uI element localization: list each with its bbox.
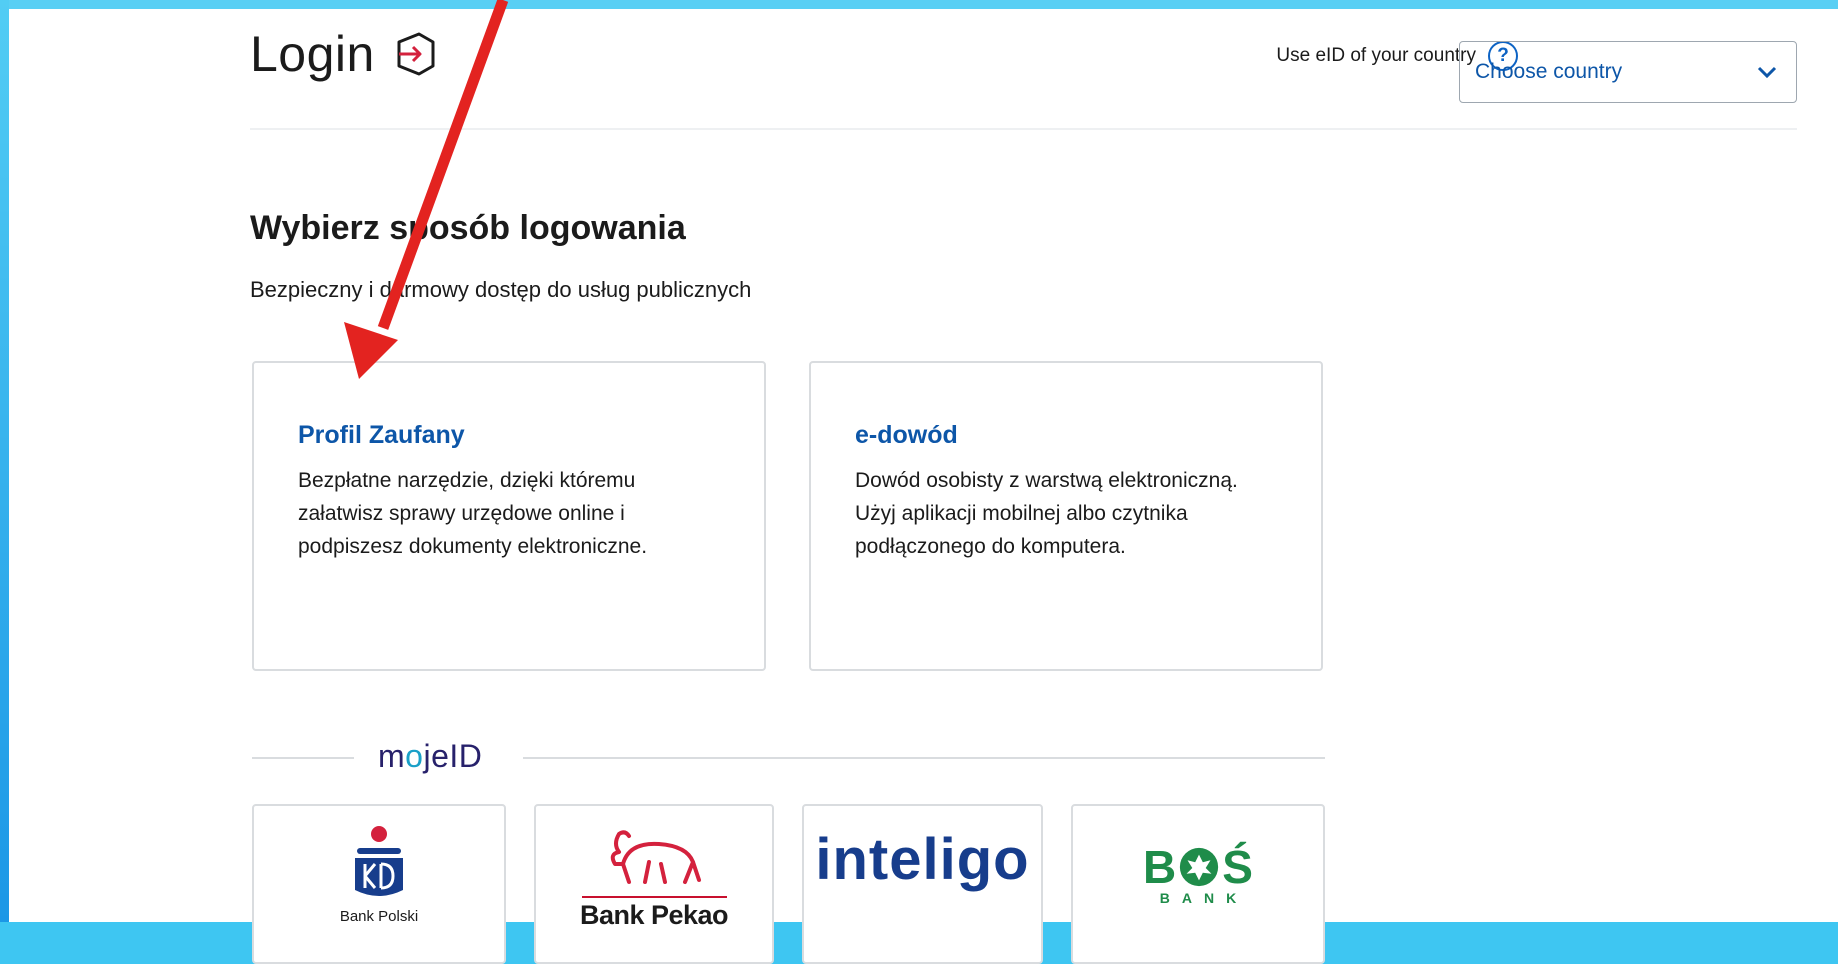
inteligo-logo-icon: inteligo — [815, 827, 1030, 892]
card-description: Bezpłatne narzędzie, dzięki któremu zała… — [298, 469, 648, 558]
header-divider — [250, 128, 1797, 130]
country-select[interactable]: Choose country — [1459, 41, 1797, 103]
window-frame-top — [0, 0, 1838, 9]
bank-name: BANK — [1159, 890, 1249, 906]
pekao-bison-icon — [610, 830, 701, 884]
brand: Login — [250, 25, 441, 83]
card-title[interactable]: Profil Zaufany — [298, 421, 720, 450]
login-page: Login Use eID of your country ? Choose c… — [9, 9, 1838, 964]
bank-pekao-button[interactable]: Bank Pekao — [534, 804, 774, 964]
page-title: Login — [250, 26, 375, 82]
mojeid-logo: mojeID — [378, 738, 483, 774]
card-title[interactable]: e-dowód — [855, 421, 1277, 450]
eid-text: Use eID of your country — [1276, 45, 1476, 66]
chevron-down-icon — [1757, 66, 1777, 79]
mojeid-separator: mojeID — [252, 738, 1325, 778]
section-heading: Wybierz sposób logowania — [250, 209, 686, 247]
separator-line-right — [523, 757, 1325, 759]
card-description: Dowód osobisty z warstwą elektroniczną. … — [855, 469, 1238, 558]
bank-name: Bank Pekao — [579, 900, 729, 930]
pko-logo-icon — [355, 826, 403, 896]
profil-zaufany-card[interactable]: Profil Zaufany Bezpłatne narzędzie, dzię… — [252, 361, 766, 671]
section-subheading: Bezpieczny i darmowy dostęp do usług pub… — [250, 277, 752, 302]
bank-pko-button[interactable]: Bank Polski — [252, 804, 506, 964]
bank-inteligo-button[interactable]: inteligo — [802, 804, 1043, 964]
bank-name: Bank Polski — [339, 908, 419, 925]
e-dowod-card[interactable]: e-dowód Dowód osobisty z warstwą elektro… — [809, 361, 1323, 671]
country-select-value: Choose country — [1475, 60, 1623, 83]
pekao-divider — [581, 896, 727, 898]
window-frame-left — [0, 0, 9, 922]
login-icon — [397, 32, 435, 76]
bank-bos-button[interactable]: B Ś BANK — [1071, 804, 1325, 964]
bos-logo-icon: B Ś — [1143, 841, 1253, 893]
separator-line-left — [252, 757, 354, 759]
